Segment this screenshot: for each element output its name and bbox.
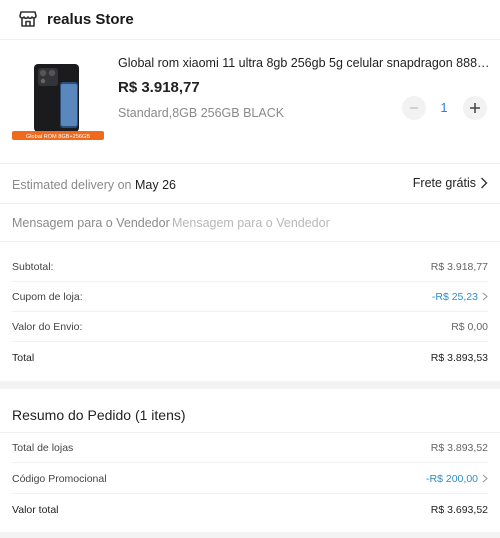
subtotal-label: Subtotal: (12, 260, 54, 273)
store-coupon-value-wrap[interactable]: -R$ 25,23 (432, 291, 488, 303)
store-name[interactable]: realus Store (47, 11, 134, 28)
quantity-value[interactable]: 1 (432, 100, 456, 115)
store-icon (19, 11, 37, 27)
product-thumb-badge: Global ROM 8GB+256GB (26, 134, 90, 140)
promo-code-value-wrap[interactable]: -R$ 200,00 (426, 473, 488, 485)
minus-icon (410, 107, 418, 109)
store-total-value: R$ 3.893,53 (430, 352, 488, 364)
delivery-prefix: Estimated delivery on (12, 178, 132, 192)
grand-total-row: Valor total R$ 3.693,52 (12, 495, 488, 525)
message-to-seller-input[interactable] (172, 212, 482, 234)
store-coupon-row[interactable]: Cupom de loja: -R$ 25,23 (12, 282, 488, 312)
divider (0, 163, 500, 164)
shipping-cost-value: R$ 0,00 (451, 320, 488, 333)
grand-total-label: Valor total (12, 504, 59, 516)
order-summary-title: Resumo do Pedido (1 itens) (12, 407, 186, 423)
store-total-label: Total (12, 352, 35, 364)
cart-product: Global ROM 8GB+256GB Global rom xiaomi 1… (0, 44, 500, 162)
store-header[interactable]: realus Store (0, 0, 500, 40)
grand-total-value: R$ 3.693,52 (430, 504, 488, 516)
plus-icon (470, 103, 480, 113)
divider (0, 203, 500, 204)
promo-code-label: Código Promocional (12, 472, 107, 485)
shipping-option[interactable]: Frete grátis (413, 176, 488, 190)
promo-code-row[interactable]: Código Promocional -R$ 200,00 (12, 464, 488, 494)
store-coupon-value: -R$ 25,23 (431, 290, 478, 303)
promo-code-value: -R$ 200,00 (426, 472, 478, 485)
store-total-row: Total R$ 3.893,53 (12, 343, 488, 373)
product-variant[interactable]: Standard,8GB 256GB BLACK (118, 106, 284, 120)
estimated-delivery: Estimated delivery on May 26 (12, 178, 176, 192)
section-separator (0, 532, 500, 538)
shipping-value-row: Valor do Envio: R$ 0,00 (12, 312, 488, 342)
section-separator (0, 381, 500, 389)
subtotal-value: R$ 3.918,77 (430, 260, 488, 273)
stores-total-value: R$ 3.893,52 (430, 441, 488, 454)
shipping-label: Frete grátis (412, 176, 476, 190)
delivery-date: May 26 (135, 178, 176, 192)
subtotal-row: Subtotal: R$ 3.918,77 (12, 252, 488, 282)
quantity-decrease-button[interactable] (402, 96, 426, 120)
chevron-right-icon (481, 177, 488, 189)
quantity-increase-button[interactable] (463, 96, 487, 120)
divider (0, 241, 500, 242)
chevron-right-icon (482, 474, 488, 483)
message-label: Mensagem para o Vendedor (12, 216, 170, 230)
stores-total-row: Total de lojas R$ 3.893,52 (12, 433, 488, 463)
stores-total-label: Total de lojas (12, 441, 74, 454)
product-thumbnail[interactable]: Global ROM 8GB+256GB (12, 60, 104, 144)
chevron-right-icon (482, 292, 488, 301)
store-coupon-label: Cupom de loja: (12, 290, 83, 303)
product-title[interactable]: Global rom xiaomi 11 ultra 8gb 256gb 5g … (118, 56, 490, 70)
shipping-cost-label: Valor do Envio: (12, 320, 83, 333)
product-price: R$ 3.918,77 (118, 79, 200, 96)
